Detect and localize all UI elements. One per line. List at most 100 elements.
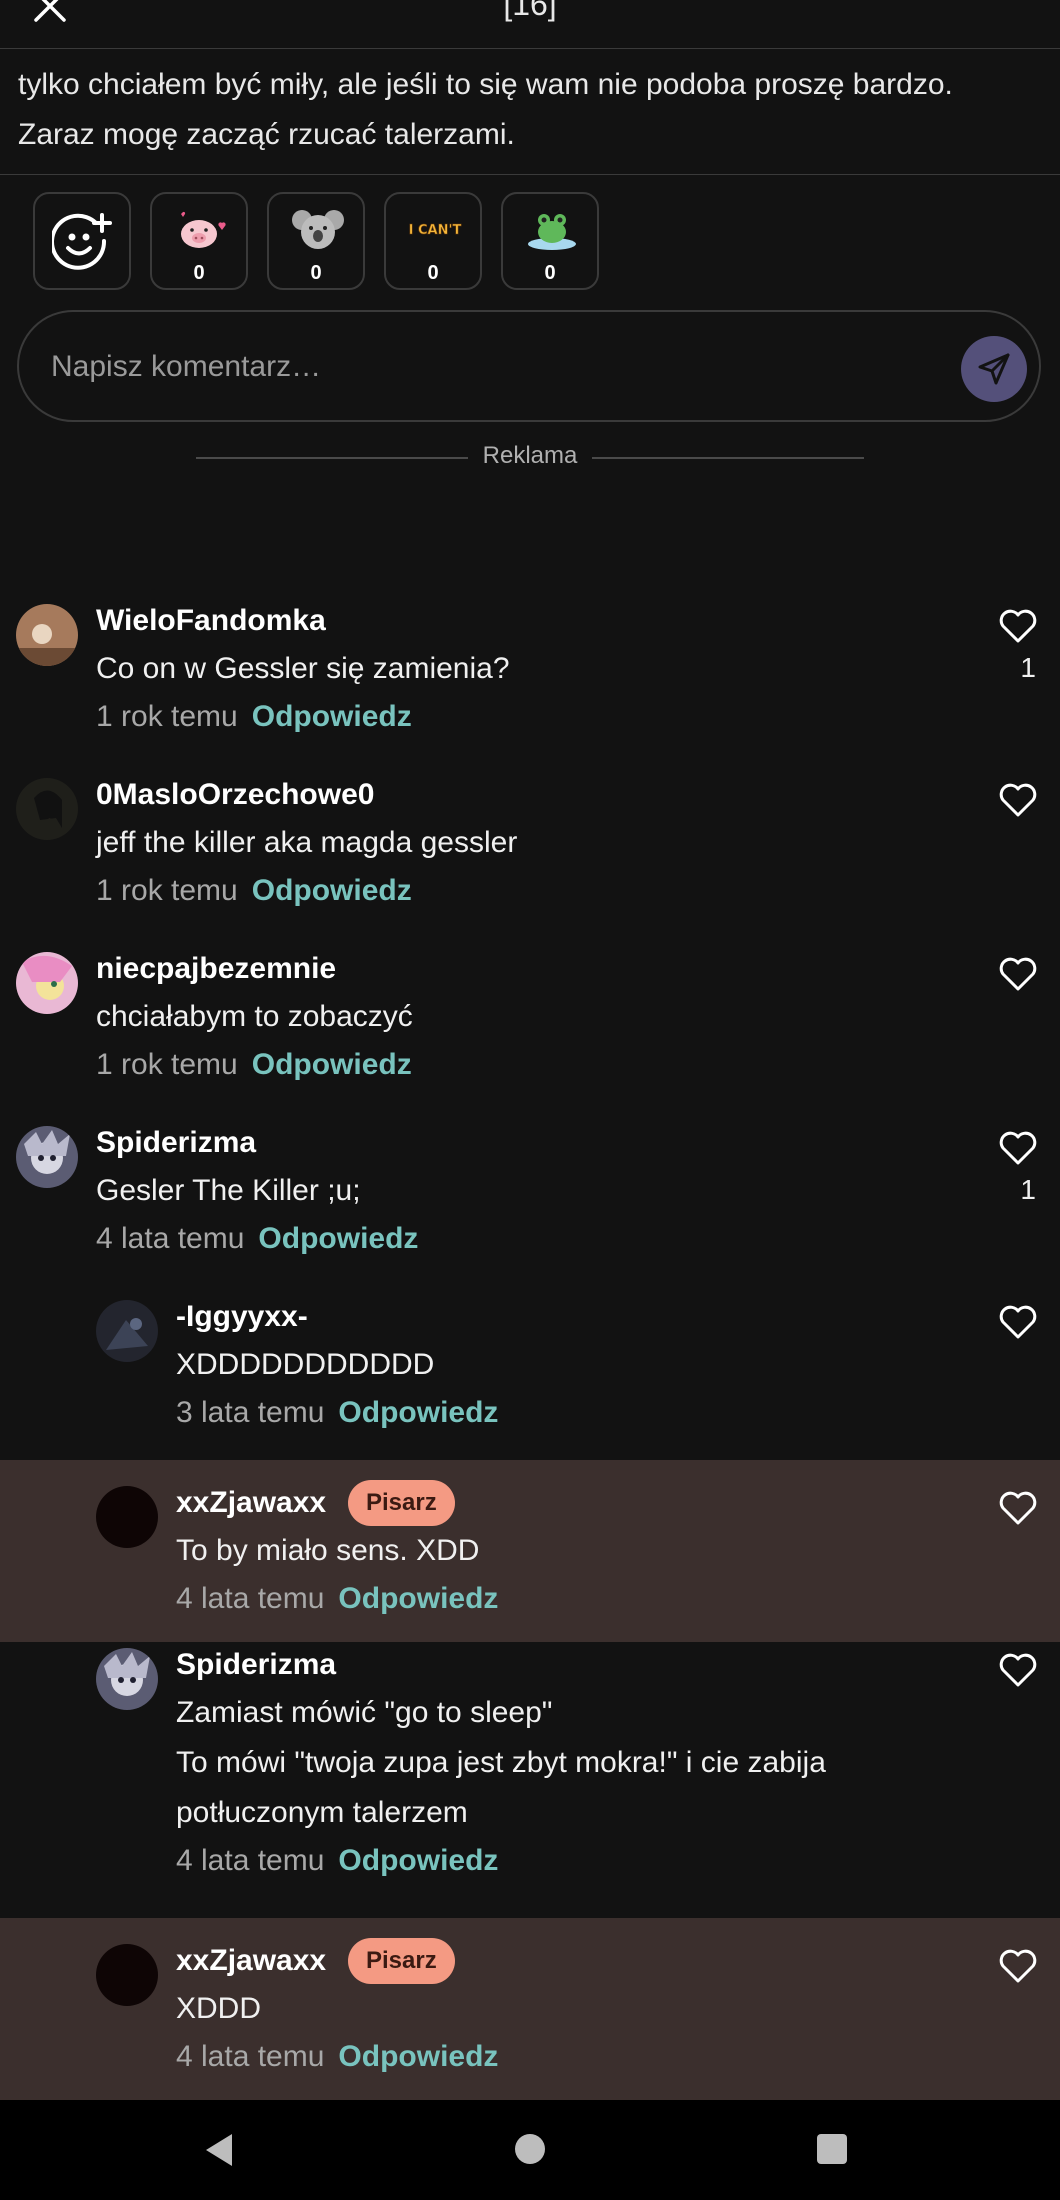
comment-text: XDDDDDDDDDDD: [176, 1348, 435, 1381]
like-heart-icon[interactable]: [998, 1304, 1038, 1340]
i-cant-sticker-icon: I CAN'T: [408, 223, 462, 239]
close-icon[interactable]: [30, 0, 70, 26]
comment-text: Zamiast mówić "go to sleep": [176, 1696, 553, 1729]
comment-username[interactable]: 0MasloOrzechowe0: [96, 778, 374, 812]
like-count: 1: [1020, 652, 1036, 683]
like-heart-icon[interactable]: [998, 956, 1038, 992]
comment-meta: 4 lata temu Odpowiedz: [176, 1844, 498, 1878]
sticker-text: I CAN'T: [409, 223, 462, 238]
top-bar: [16]: [0, 0, 1060, 49]
like-heart-icon[interactable]: [998, 1652, 1038, 1688]
comment-text: potłuczonym talerzem: [176, 1796, 468, 1829]
frog-icon: [528, 214, 576, 250]
comment-meta: 1 rok temu Odpowiedz: [96, 874, 412, 908]
comment: -Iggyyxx- XDDDDDDDDDDD 3 lata temu Odpowied…: [0, 1294, 1060, 1460]
reaction-koala[interactable]: 0: [267, 192, 365, 290]
avatar[interactable]: [96, 1648, 158, 1710]
comment: niecpajbezemnie chciałabym to zobaczyć 1 r…: [0, 946, 1060, 1112]
comment-username[interactable]: niecpajbezemnie: [96, 952, 336, 986]
comment-timestamp: 4 lata temu: [176, 2040, 325, 2073]
comment-text: jeff the killer aka magda gessler: [96, 826, 518, 859]
comment-timestamp: 4 lata temu: [96, 1222, 245, 1255]
comment-username[interactable]: Spiderizma: [96, 1126, 256, 1160]
comment-meta: 4 lata temu Odpowiedz: [176, 2040, 498, 2074]
comment: Spiderizma Zamiast mówić "go to sleep" To …: [0, 1642, 1060, 1918]
send-icon: [978, 353, 1010, 385]
pig-heart-icon: [181, 211, 226, 248]
reaction-count: 0: [544, 262, 556, 284]
comment-text: XDDD: [176, 1992, 262, 2025]
story-line: Zaraz mogę zacząć rzucać talerzami.: [18, 118, 515, 151]
reply-button[interactable]: Odpowiedz: [338, 2040, 498, 2073]
like-count: 1: [1020, 1174, 1036, 1205]
like-heart-icon[interactable]: [998, 1490, 1038, 1526]
comment-username[interactable]: Spiderizma: [176, 1648, 336, 1682]
avatar[interactable]: [16, 604, 78, 666]
comment-text: To mówi "twoja zupa jest zbyt mokra!" i …: [176, 1746, 826, 1779]
avatar[interactable]: [16, 1126, 78, 1188]
reply-button[interactable]: Odpowiedz: [338, 1844, 498, 1877]
comment: xxZjawaxx Pisarz To by miało sens. XDD 4 la…: [0, 1460, 1060, 1642]
reply-button[interactable]: Odpowiedz: [252, 700, 412, 733]
comment-meta: 4 lata temu Odpowiedz: [96, 1222, 418, 1256]
comment-meta: 4 lata temu Odpowiedz: [176, 1582, 498, 1616]
author-badge: Pisarz: [348, 1480, 455, 1526]
comment-text: Co on w Gessler się zamienia?: [96, 652, 510, 685]
reaction-count: 0: [310, 262, 322, 284]
avatar[interactable]: [96, 1300, 158, 1362]
back-icon[interactable]: [204, 2132, 234, 2168]
comment-box: [17, 310, 1041, 422]
reaction-i-cant[interactable]: I CAN'T 0: [384, 192, 482, 290]
chapter-number: [16]: [503, 0, 557, 22]
story-text: tylko chciałem być miły, ale jeśli to si…: [18, 60, 1038, 160]
comment-text: Gesler The Killer ;u;: [96, 1174, 361, 1207]
koala-icon: [292, 210, 344, 249]
like-heart-icon[interactable]: [998, 608, 1038, 644]
comment-meta: 1 rok temu Odpowiedz: [96, 1048, 412, 1082]
ad-label: Reklama: [482, 442, 578, 469]
reply-button[interactable]: Odpowiedz: [338, 1582, 498, 1615]
reply-button[interactable]: Odpowiedz: [252, 1048, 412, 1081]
avatar[interactable]: [16, 952, 78, 1014]
comment-meta: 1 rok temu Odpowiedz: [96, 700, 412, 734]
add-emoji-icon: [52, 213, 112, 270]
comment-timestamp: 1 rok temu: [96, 700, 238, 733]
reply-button[interactable]: Odpowiedz: [258, 1222, 418, 1255]
comment-timestamp: 1 rok temu: [96, 874, 238, 907]
comment-text: To by miało sens. XDD: [176, 1534, 480, 1567]
comment: WieloFandomka Co on w Gessler się zamieni…: [0, 598, 1060, 764]
comment-username[interactable]: -Iggyyxx-: [176, 1300, 308, 1334]
comment-timestamp: 3 lata temu: [176, 1396, 325, 1429]
reply-button[interactable]: Odpowiedz: [338, 1396, 498, 1429]
reaction-count: 0: [193, 262, 205, 284]
comment: Spiderizma Gesler The Killer ;u; 4 lata te…: [0, 1120, 1060, 1286]
comment-username[interactable]: xxZjawaxx: [176, 1486, 326, 1520]
comment-username[interactable]: WieloFandomka: [96, 604, 326, 638]
comment-input[interactable]: [49, 342, 953, 392]
author-badge: Pisarz: [348, 1938, 455, 1984]
comment: 0MasloOrzechowe0 jeff the killer aka magd…: [0, 772, 1060, 938]
comment-timestamp: 1 rok temu: [96, 1048, 238, 1081]
recent-apps-icon[interactable]: [817, 2134, 847, 2164]
avatar[interactable]: [96, 1486, 158, 1548]
comment-username[interactable]: xxZjawaxx: [176, 1944, 326, 1978]
home-icon[interactable]: [515, 2134, 545, 2164]
comment-meta: 3 lata temu Odpowiedz: [176, 1396, 498, 1430]
reaction-frog[interactable]: 0: [501, 192, 599, 290]
comment: xxZjawaxx Pisarz XDDD 4 lata temu Odpowiedz: [0, 1918, 1060, 2100]
add-reaction-button[interactable]: [33, 192, 131, 290]
send-button[interactable]: [961, 336, 1027, 402]
comment-text: chciałabym to zobaczyć: [96, 1000, 413, 1033]
story-line: tylko chciałem być miły, ale jeśli to si…: [18, 68, 953, 101]
like-heart-icon[interactable]: [998, 1948, 1038, 1984]
reaction-count: 0: [427, 262, 439, 284]
avatar[interactable]: [96, 1944, 158, 2006]
comment-timestamp: 4 lata temu: [176, 1844, 325, 1877]
divider: [0, 174, 1060, 175]
avatar[interactable]: [16, 778, 78, 840]
like-heart-icon[interactable]: [998, 1130, 1038, 1166]
reaction-pig[interactable]: 0: [150, 192, 248, 290]
reply-button[interactable]: Odpowiedz: [252, 874, 412, 907]
like-heart-icon[interactable]: [998, 782, 1038, 818]
ad-separator: Reklama: [196, 440, 864, 476]
